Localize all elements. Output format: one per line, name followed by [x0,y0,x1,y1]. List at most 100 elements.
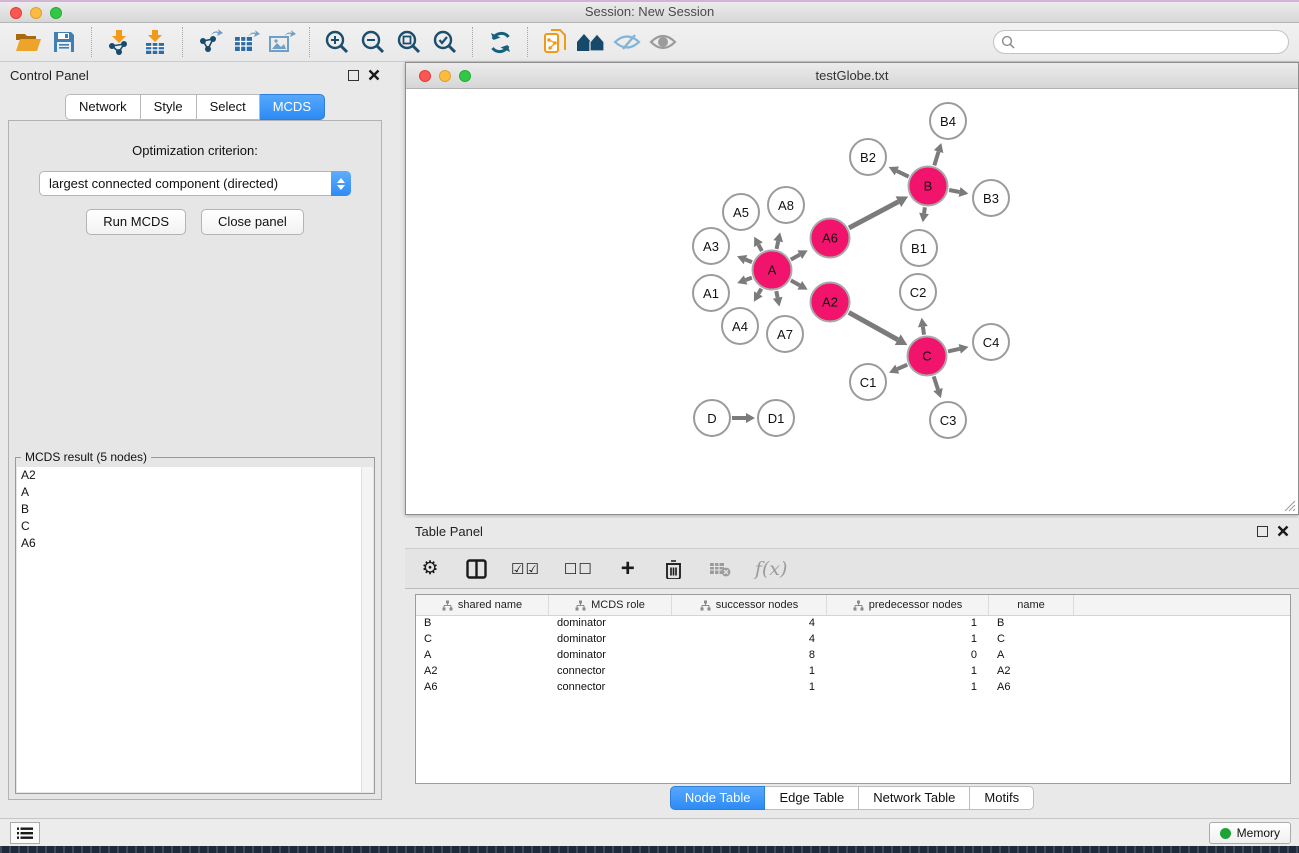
column-header-name[interactable]: name [989,595,1074,615]
zoom-in-icon[interactable] [319,26,355,58]
graph-node-B[interactable]: B [908,166,949,207]
network-zoom-button[interactable] [459,70,471,82]
cell-successor-nodes: 4 [672,632,827,648]
table-row[interactable]: Bdominator41B [416,616,1290,632]
cell-successor-nodes: 1 [672,664,827,680]
graph-node-C[interactable]: C [907,336,948,377]
float-panel-icon[interactable] [348,70,359,81]
table-tab-node-table[interactable]: Node Table [670,786,766,810]
search-input[interactable] [1015,32,1281,52]
open-session-icon[interactable] [10,26,46,58]
table-tab-edge-table[interactable]: Edge Table [765,786,859,810]
add-column-icon[interactable]: + [617,555,639,583]
table-tab-network-table[interactable]: Network Table [859,786,970,810]
zoom-selected-icon[interactable] [427,26,463,58]
export-image-icon[interactable] [264,26,300,58]
zoom-out-icon[interactable] [355,26,391,58]
mcds-result-item[interactable]: B [17,501,373,518]
column-header-shared-name[interactable]: shared name [416,595,549,615]
tab-mcds[interactable]: MCDS [260,94,325,120]
close-panel-button[interactable]: Close panel [201,209,304,235]
graph-node-B4[interactable]: B4 [929,102,967,140]
graph-node-A8[interactable]: A8 [767,186,805,224]
cell-predecessor-nodes: 1 [827,680,989,696]
graph-node-A[interactable]: A [752,250,793,291]
mcds-result-item[interactable]: A6 [17,535,373,552]
table-row[interactable]: A6connector11A6 [416,680,1290,696]
graph-node-D[interactable]: D [693,399,731,437]
select-all-icon[interactable]: ☑☑ [511,560,540,578]
table-header-row: shared nameMCDS rolesuccessor nodesprede… [416,595,1290,616]
network-minimize-button[interactable] [439,70,451,82]
column-header-predecessor-nodes[interactable]: predecessor nodes [827,595,989,615]
export-network-icon[interactable] [192,26,228,58]
deselect-all-icon[interactable]: ☐☐ [564,560,593,578]
column-selector-icon[interactable] [465,559,487,579]
graph-node-C2[interactable]: C2 [899,273,937,311]
network-window-titlebar[interactable]: testGlobe.txt [406,63,1298,89]
import-table-icon[interactable] [137,26,173,58]
search-field[interactable] [993,30,1289,54]
graph-node-A1[interactable]: A1 [692,274,730,312]
cell-shared-name: B [416,616,549,632]
task-history-button[interactable] [10,822,40,844]
table-tab-motifs[interactable]: Motifs [970,786,1034,810]
hide-details-icon[interactable] [609,26,645,58]
delete-column-trash-icon[interactable] [663,559,685,579]
graph-node-C3[interactable]: C3 [929,401,967,439]
dropdown-stepper-icon [331,171,351,196]
show-details-icon[interactable] [645,26,681,58]
cell-mcds-role: dominator [549,648,672,664]
mcds-result-list[interactable]: A2ABCA6 [17,467,373,792]
close-window-button[interactable] [10,7,22,19]
tab-select[interactable]: Select [197,94,260,120]
graph-node-A3[interactable]: A3 [692,227,730,265]
mcds-result-item[interactable]: A [17,484,373,501]
network-canvas[interactable]: A A1 A2 A3 A4 A5 A6 A7 A8 B B1 B2 B3 B4 C C1 C2 C3 C4 D D1 [406,89,1298,514]
mcds-result-item[interactable]: A2 [17,467,373,484]
graph-node-C1[interactable]: C1 [849,363,887,401]
clone-network-icon[interactable] [537,26,573,58]
graph-node-A2[interactable]: A2 [810,282,851,323]
import-network-icon[interactable] [101,26,137,58]
graph-node-B1[interactable]: B1 [900,229,938,267]
network-close-button[interactable] [419,70,431,82]
graph-node-B2[interactable]: B2 [849,138,887,176]
home-layout-icon[interactable] [573,26,609,58]
criterion-dropdown[interactable]: largest connected component (directed) [39,171,351,196]
table-row[interactable]: A2connector11A2 [416,664,1290,680]
run-mcds-button[interactable]: Run MCDS [86,209,186,235]
minimize-window-button[interactable] [30,7,42,19]
resize-grip-icon[interactable] [1284,500,1296,512]
memory-button[interactable]: Memory [1209,822,1291,844]
zoom-fit-icon[interactable] [391,26,427,58]
result-scrollbar[interactable] [361,467,373,792]
graph-node-D1[interactable]: D1 [757,399,795,437]
graph-node-A6[interactable]: A6 [810,218,851,259]
table-row[interactable]: Cdominator41C [416,632,1290,648]
graph-node-A4[interactable]: A4 [721,307,759,345]
save-session-icon[interactable] [46,26,82,58]
graph-node-B3[interactable]: B3 [972,179,1010,217]
graph-node-C4[interactable]: C4 [972,323,1010,361]
graph-node-A5[interactable]: A5 [722,193,760,231]
function-builder-icon: f(x) [755,558,788,580]
table-close-panel-icon[interactable] [1277,525,1289,537]
column-header-successor-nodes[interactable]: successor nodes [672,595,827,615]
table-float-panel-icon[interactable] [1257,526,1268,537]
mcds-result-item[interactable]: C [17,518,373,535]
export-table-icon[interactable] [228,26,264,58]
mcds-result-items: A2ABCA6 [17,467,373,552]
column-header-mcds-role[interactable]: MCDS role [549,595,672,615]
table-settings-gear-icon[interactable]: ⚙ [419,557,441,580]
tab-network[interactable]: Network [65,94,141,120]
table-row[interactable]: Adominator80A [416,648,1290,664]
zoom-window-button[interactable] [50,7,62,19]
close-panel-icon[interactable] [368,69,380,81]
node-table[interactable]: shared nameMCDS rolesuccessor nodesprede… [415,594,1291,784]
graph-node-A7[interactable]: A7 [766,315,804,353]
main-toolbar [0,23,1299,62]
refresh-icon[interactable] [482,26,518,58]
tab-style[interactable]: Style [141,94,197,120]
search-icon [1001,35,1015,49]
